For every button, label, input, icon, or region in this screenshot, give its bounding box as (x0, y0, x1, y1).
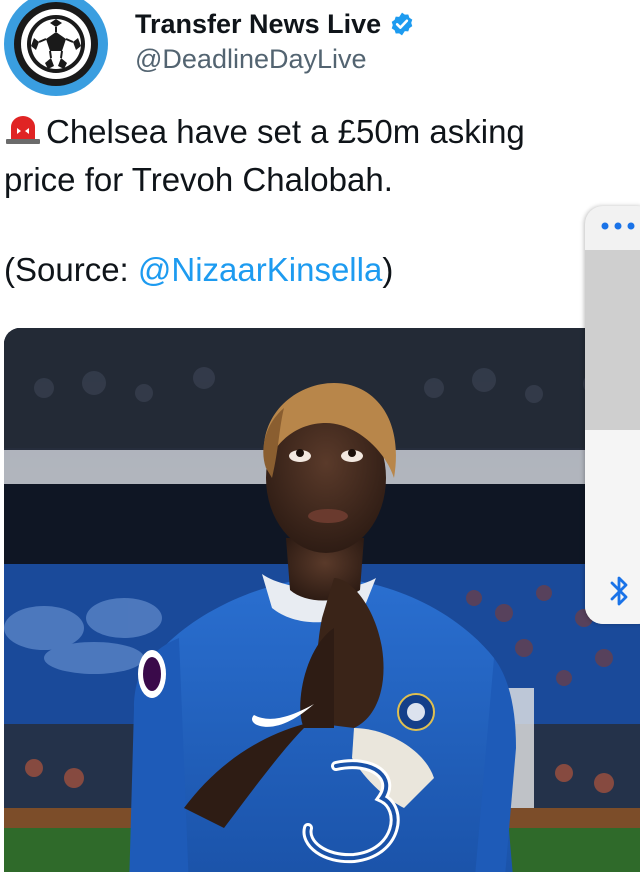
screen: Transfer News Live @DeadlineDayLive Chel… (0, 0, 640, 872)
avatar[interactable] (4, 0, 108, 96)
police-light-icon (6, 116, 40, 144)
account-handle[interactable]: @DeadlineDayLive (135, 44, 367, 75)
source-prefix: (Source: (4, 251, 138, 288)
verified-badge-icon (391, 12, 413, 36)
player-photo-illustration (4, 328, 640, 872)
tweet-photo[interactable] (4, 328, 640, 872)
account-name-row[interactable]: Transfer News Live (135, 6, 415, 42)
soccer-ball-icon (27, 15, 85, 73)
tweet-source-line: (Source: @NizaarKinsella) (4, 246, 393, 294)
tweet-text: Chelsea have set a £50m asking price for… (4, 108, 604, 204)
bluetooth-icon[interactable] (607, 574, 633, 608)
floating-side-panel[interactable] (585, 206, 640, 624)
more-dots-icon[interactable] (599, 216, 639, 236)
tweet-body: Chelsea have set a £50m asking price for… (4, 113, 525, 198)
source-suffix: ) (382, 251, 394, 288)
source-mention-link[interactable]: @NizaarKinsella (138, 251, 382, 288)
display-name[interactable]: Transfer News Live (135, 9, 381, 40)
